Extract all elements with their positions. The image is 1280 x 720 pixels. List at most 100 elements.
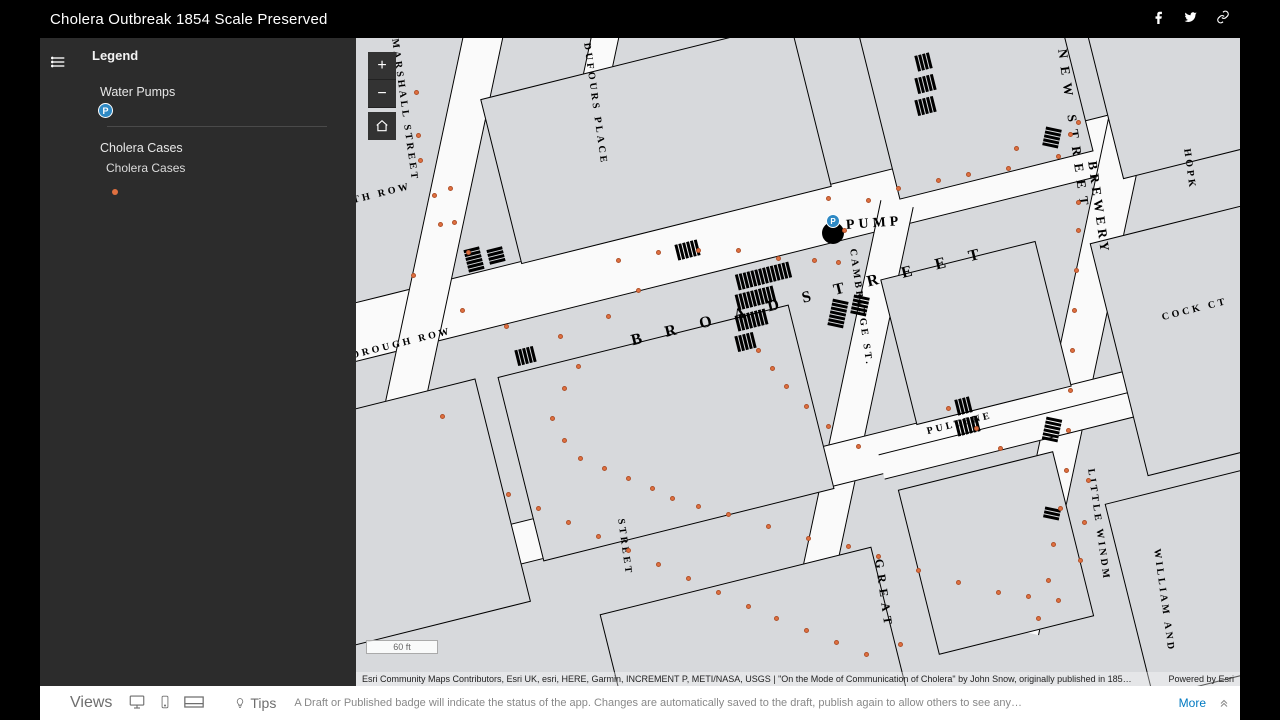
cholera-case-dot[interactable]: [806, 536, 811, 541]
cholera-case-dot[interactable]: [946, 406, 951, 411]
cholera-case-dot[interactable]: [562, 438, 567, 443]
cholera-case-dot[interactable]: [1064, 468, 1069, 473]
cholera-case-dot[interactable]: [726, 512, 731, 517]
cholera-case-dot[interactable]: [936, 178, 941, 183]
cholera-case-dot[interactable]: [812, 258, 817, 263]
zoom-in-button[interactable]: +: [368, 52, 396, 80]
home-extent-button[interactable]: [368, 112, 396, 140]
cholera-case-dot[interactable]: [414, 90, 419, 95]
cholera-case-dot[interactable]: [1006, 166, 1011, 171]
cholera-case-dot[interactable]: [578, 456, 583, 461]
cholera-case-dot[interactable]: [616, 258, 621, 263]
cholera-case-dot[interactable]: [566, 520, 571, 525]
cholera-case-dot[interactable]: [650, 486, 655, 491]
cholera-case-dot[interactable]: [602, 466, 607, 471]
cholera-case-dot[interactable]: [506, 492, 511, 497]
cholera-case-dot[interactable]: [716, 590, 721, 595]
cholera-case-dot[interactable]: [1066, 428, 1071, 433]
map-view[interactable]: B R O A D S T R E E T MARSHALL STREET DU…: [356, 38, 1240, 686]
view-layout-icon[interactable]: [184, 695, 204, 712]
cholera-case-dot[interactable]: [626, 548, 631, 553]
cholera-case-dot[interactable]: [756, 348, 761, 353]
cholera-case-dot[interactable]: [876, 554, 881, 559]
cholera-case-dot[interactable]: [804, 404, 809, 409]
cholera-case-dot[interactable]: [448, 186, 453, 191]
cholera-case-dot[interactable]: [866, 198, 871, 203]
cholera-case-dot[interactable]: [452, 220, 457, 225]
cholera-case-dot[interactable]: [1086, 478, 1091, 483]
cholera-case-dot[interactable]: [440, 414, 445, 419]
cholera-case-dot[interactable]: [864, 652, 869, 657]
cholera-case-dot[interactable]: [898, 642, 903, 647]
cholera-case-dot[interactable]: [606, 314, 611, 319]
cholera-case-dot[interactable]: [996, 590, 1001, 595]
cholera-case-dot[interactable]: [1046, 578, 1051, 583]
cholera-case-dot[interactable]: [562, 386, 567, 391]
facebook-icon[interactable]: [1152, 10, 1166, 29]
cholera-case-dot[interactable]: [1082, 520, 1087, 525]
cholera-case-dot[interactable]: [1068, 388, 1073, 393]
cholera-case-dot[interactable]: [766, 524, 771, 529]
cholera-case-dot[interactable]: [1056, 598, 1061, 603]
pump-marker-icon[interactable]: P: [826, 214, 840, 228]
cholera-case-dot[interactable]: [504, 324, 509, 329]
cholera-case-dot[interactable]: [856, 444, 861, 449]
twitter-icon[interactable]: [1184, 10, 1198, 29]
cholera-case-dot[interactable]: [626, 476, 631, 481]
cholera-case-dot[interactable]: [596, 534, 601, 539]
cholera-case-dot[interactable]: [846, 544, 851, 549]
link-icon[interactable]: [1216, 10, 1230, 29]
cholera-case-dot[interactable]: [656, 562, 661, 567]
cholera-case-dot[interactable]: [656, 250, 661, 255]
cholera-case-dot[interactable]: [842, 228, 847, 233]
cholera-case-dot[interactable]: [966, 172, 971, 177]
cholera-case-dot[interactable]: [1072, 308, 1077, 313]
cholera-case-dot[interactable]: [770, 366, 775, 371]
view-mobile-icon[interactable]: [158, 693, 172, 714]
cholera-case-dot[interactable]: [1068, 132, 1073, 137]
cholera-case-dot[interactable]: [826, 196, 831, 201]
cholera-case-dot[interactable]: [670, 496, 675, 501]
cholera-case-dot[interactable]: [1036, 616, 1041, 621]
cholera-case-dot[interactable]: [1076, 120, 1081, 125]
cholera-case-dot[interactable]: [686, 576, 691, 581]
cholera-case-dot[interactable]: [1070, 348, 1075, 353]
cholera-case-dot[interactable]: [916, 568, 921, 573]
cholera-case-dot[interactable]: [1074, 268, 1079, 273]
cholera-case-dot[interactable]: [1078, 558, 1083, 563]
cholera-case-dot[interactable]: [736, 248, 741, 253]
cholera-case-dot[interactable]: [1076, 228, 1081, 233]
cholera-case-dot[interactable]: [1014, 146, 1019, 151]
cholera-case-dot[interactable]: [576, 364, 581, 369]
cholera-case-dot[interactable]: [558, 334, 563, 339]
cholera-case-dot[interactable]: [1056, 154, 1061, 159]
cholera-case-dot[interactable]: [418, 158, 423, 163]
cholera-case-dot[interactable]: [974, 426, 979, 431]
cholera-case-dot[interactable]: [774, 616, 779, 621]
cholera-case-dot[interactable]: [696, 504, 701, 509]
cholera-case-dot[interactable]: [460, 308, 465, 313]
cholera-case-dot[interactable]: [536, 506, 541, 511]
legend-toggle-button[interactable]: [45, 48, 73, 76]
zoom-out-button[interactable]: −: [368, 80, 396, 108]
cholera-case-dot[interactable]: [836, 260, 841, 265]
cholera-case-dot[interactable]: [438, 222, 443, 227]
cholera-case-dot[interactable]: [411, 273, 416, 278]
cholera-case-dot[interactable]: [1051, 542, 1056, 547]
cholera-case-dot[interactable]: [1058, 506, 1063, 511]
tips-more-link[interactable]: More: [1179, 696, 1206, 710]
cholera-case-dot[interactable]: [696, 248, 701, 253]
view-desktop-icon[interactable]: [128, 693, 146, 714]
cholera-case-dot[interactable]: [466, 250, 471, 255]
cholera-case-dot[interactable]: [432, 193, 437, 198]
cholera-case-dot[interactable]: [746, 604, 751, 609]
cholera-case-dot[interactable]: [636, 288, 641, 293]
cholera-case-dot[interactable]: [998, 446, 1003, 451]
cholera-case-dot[interactable]: [416, 133, 421, 138]
cholera-case-dot[interactable]: [804, 628, 809, 633]
cholera-case-dot[interactable]: [896, 186, 901, 191]
collapse-bar-icon[interactable]: [1218, 696, 1230, 711]
cholera-case-dot[interactable]: [826, 424, 831, 429]
cholera-case-dot[interactable]: [784, 384, 789, 389]
cholera-case-dot[interactable]: [776, 256, 781, 261]
